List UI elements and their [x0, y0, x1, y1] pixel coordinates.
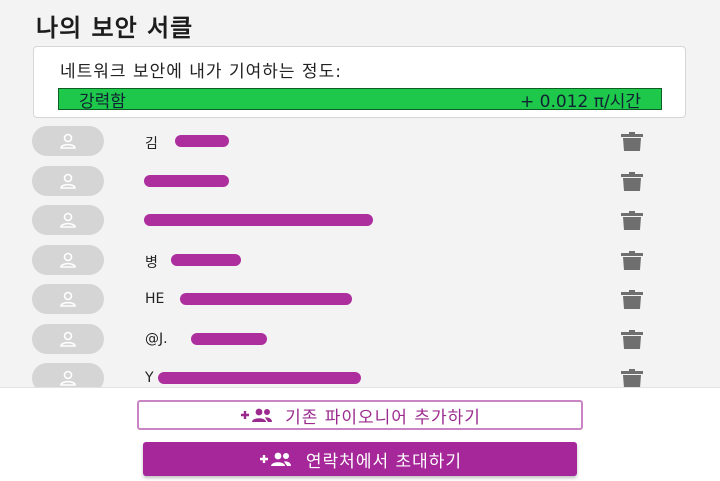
avatar [32, 323, 104, 354]
avatar [32, 244, 104, 275]
delete-member-button[interactable] [619, 171, 645, 192]
redacted-name [144, 174, 229, 187]
trash-icon [621, 290, 643, 309]
add-existing-pioneer-label: 기존 파이오니어 추가하기 [285, 407, 481, 428]
action-footer: 기존 파이오니어 추가하기 연락처에서 초대하기 [0, 387, 720, 481]
trash-icon [621, 329, 643, 349]
add-group-icon [258, 451, 292, 467]
user-icon [60, 212, 76, 228]
redacted-name [180, 293, 352, 305]
list-item: HE [0, 280, 720, 320]
invite-from-contacts-button[interactable]: 연락처에서 초대하기 [143, 442, 577, 476]
trash-icon [621, 171, 643, 191]
user-icon [60, 331, 76, 347]
redacted-name [175, 135, 229, 147]
member-list: 김 병 HE @J. Y [0, 122, 720, 399]
contribution-panel: 네트워크 보안에 내가 기여하는 정도: 강력함 + 0.012 π/시간 [33, 46, 686, 118]
trash-icon [621, 250, 643, 270]
mining-rate: + 0.012 π/시간 [520, 91, 641, 112]
user-icon [60, 173, 76, 189]
member-name: 김 [145, 136, 158, 152]
delete-member-button[interactable] [619, 369, 645, 389]
member-name: HE [145, 291, 165, 307]
user-icon [60, 291, 76, 307]
list-item: 김 [0, 122, 720, 162]
list-item [0, 162, 720, 202]
page-title: 나의 보안 서클 [36, 14, 194, 42]
delete-member-button[interactable] [619, 329, 645, 350]
contribution-label: 네트워크 보안에 내가 기여하는 정도: [60, 62, 342, 82]
list-item: 병 [0, 241, 720, 281]
trash-icon [621, 211, 643, 230]
add-existing-pioneer-button[interactable]: 기존 파이오니어 추가하기 [137, 400, 583, 430]
member-name: Y [145, 370, 154, 386]
add-group-icon [239, 407, 273, 423]
member-name: @J. [145, 330, 168, 347]
avatar [32, 165, 104, 196]
avatar [32, 205, 104, 235]
invite-from-contacts-label: 연락처에서 초대하기 [305, 451, 463, 472]
redacted-name [158, 372, 361, 384]
strength-level: 강력함 [79, 91, 126, 112]
delete-member-button[interactable] [619, 250, 645, 271]
delete-member-button[interactable] [619, 290, 645, 310]
delete-member-button[interactable] [619, 132, 645, 152]
user-icon [60, 133, 76, 149]
list-item [0, 201, 720, 241]
user-icon [60, 370, 76, 386]
member-name: 병 [145, 254, 158, 271]
redacted-name [191, 332, 267, 345]
trash-icon [621, 132, 643, 151]
user-icon [60, 252, 76, 268]
avatar [32, 284, 104, 314]
trash-icon [621, 369, 643, 388]
strength-bar: 강력함 + 0.012 π/시간 [58, 88, 662, 112]
delete-member-button[interactable] [619, 211, 645, 231]
list-item: @J. [0, 320, 720, 360]
redacted-name [144, 214, 373, 226]
avatar [32, 126, 104, 156]
redacted-name [171, 253, 241, 266]
